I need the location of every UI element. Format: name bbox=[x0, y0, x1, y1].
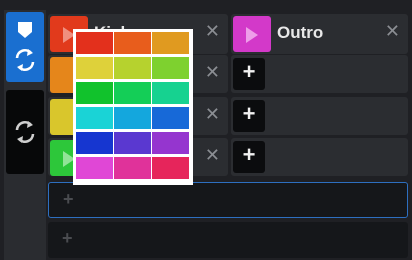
sync-icon bbox=[15, 121, 35, 143]
clip-name-outro: Outro bbox=[277, 23, 324, 42]
color-swatch[interactable] bbox=[114, 32, 151, 54]
color-swatch[interactable] bbox=[152, 57, 189, 79]
close-icon[interactable]: ✕ bbox=[205, 22, 220, 40]
empty-clip-slot[interactable]: + bbox=[231, 138, 408, 176]
color-swatch[interactable] bbox=[152, 157, 189, 179]
plus-icon: + bbox=[242, 59, 256, 84]
color-swatch[interactable] bbox=[152, 107, 189, 129]
color-swatch[interactable] bbox=[76, 107, 113, 129]
tab-active[interactable] bbox=[6, 12, 44, 82]
color-swatch[interactable] bbox=[114, 57, 151, 79]
clip-slot-outro[interactable]: Outro ✕ bbox=[231, 14, 408, 54]
color-swatch[interactable] bbox=[76, 57, 113, 79]
empty-scene-row[interactable]: + bbox=[48, 222, 408, 258]
color-swatch[interactable] bbox=[152, 132, 189, 154]
color-swatch[interactable] bbox=[76, 32, 113, 54]
empty-scene-row-selected[interactable]: + bbox=[48, 182, 408, 218]
plus-icon: + bbox=[242, 142, 256, 167]
clip-launcher-panel: Kick ✕ Outro ✕ ✕ + ✕ + bbox=[0, 0, 412, 260]
color-swatch[interactable] bbox=[152, 32, 189, 54]
close-icon[interactable]: ✕ bbox=[205, 105, 220, 123]
color-swatch[interactable] bbox=[152, 82, 189, 104]
play-icon bbox=[246, 27, 258, 43]
plus-icon[interactable]: + bbox=[63, 189, 74, 210]
close-icon[interactable]: ✕ bbox=[205, 146, 220, 164]
tab-strip bbox=[4, 10, 46, 260]
close-icon[interactable]: ✕ bbox=[385, 22, 400, 40]
color-swatch[interactable] bbox=[114, 132, 151, 154]
color-swatch[interactable] bbox=[114, 107, 151, 129]
add-clip-button[interactable]: + bbox=[233, 141, 265, 173]
plus-icon: + bbox=[242, 101, 256, 126]
color-swatch[interactable] bbox=[114, 82, 151, 104]
tab-inactive[interactable] bbox=[6, 90, 44, 174]
sync-icon bbox=[15, 49, 35, 71]
color-swatch[interactable] bbox=[76, 82, 113, 104]
play-button-outro[interactable] bbox=[233, 16, 271, 52]
empty-clip-slot[interactable]: + bbox=[231, 55, 408, 93]
add-clip-button[interactable]: + bbox=[233, 58, 265, 90]
color-picker-popup bbox=[73, 29, 193, 185]
add-clip-button[interactable]: + bbox=[233, 100, 265, 132]
close-icon[interactable]: ✕ bbox=[205, 63, 220, 81]
color-swatch[interactable] bbox=[76, 132, 113, 154]
color-swatch[interactable] bbox=[76, 157, 113, 179]
color-swatch[interactable] bbox=[114, 157, 151, 179]
empty-clip-slot[interactable]: + bbox=[231, 97, 408, 135]
plus-icon[interactable]: + bbox=[62, 228, 73, 249]
